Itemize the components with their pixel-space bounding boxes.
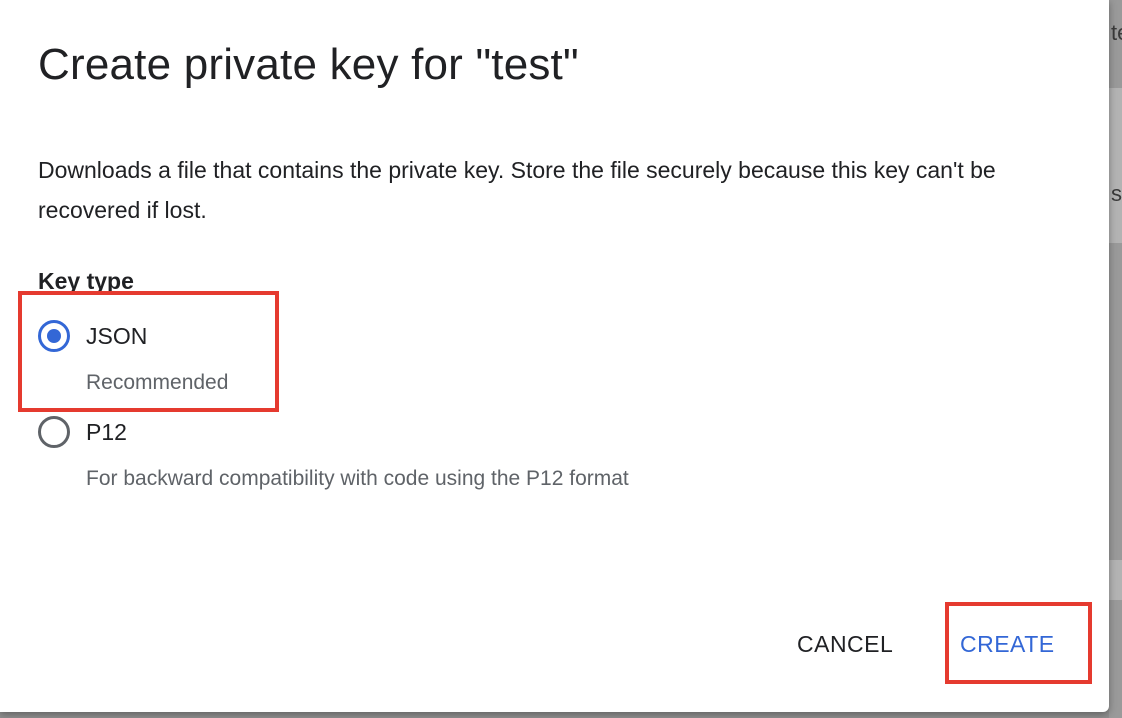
dialog-title: Create private key for "test": [38, 40, 579, 89]
p12-option-text: P12 For backward compatibility with code…: [86, 416, 629, 492]
key-type-label: Key type: [38, 268, 134, 294]
background-panel: [1109, 88, 1122, 243]
background-page-edge: [1109, 0, 1122, 718]
p12-option-sublabel: For backward compatibility with code usi…: [86, 467, 629, 490]
background-text: s: [1111, 181, 1122, 206]
json-option-sublabel: Recommended: [86, 371, 229, 394]
background-panel: [1109, 560, 1122, 600]
dialog-description: Downloads a file that contains the priva…: [38, 157, 996, 223]
background-text: te: [1111, 20, 1122, 45]
json-option-text: JSON Recommended: [86, 320, 228, 396]
p12-radio[interactable]: [38, 416, 70, 448]
json-option-label: JSON: [86, 323, 148, 349]
p12-option[interactable]: P12 For backward compatibility with code…: [38, 416, 629, 490]
json-option[interactable]: JSON Recommended: [38, 320, 228, 394]
cancel-button[interactable]: CANCEL: [797, 626, 893, 662]
create-key-dialog: Create private key for "test" Downloads …: [0, 0, 1109, 712]
p12-option-label: P12: [86, 419, 127, 445]
create-button[interactable]: CREATE: [960, 626, 1055, 662]
json-radio[interactable]: [38, 320, 70, 352]
